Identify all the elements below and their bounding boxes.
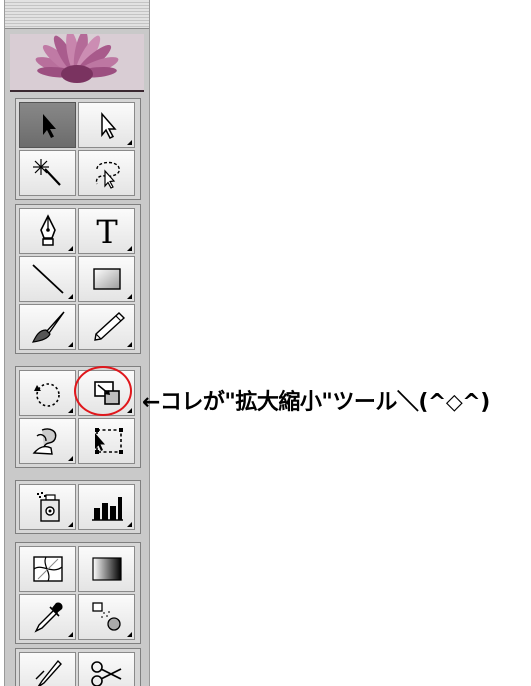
flyout-indicator [68,294,73,299]
screenshot: T ←コレが"拡大縮小"ツール＼(^◇^) [0,0,531,686]
flyout-indicator [127,408,132,413]
scissors-tool-button[interactable] [78,652,135,686]
magic-wand-icon [32,159,61,186]
warp-tool-button[interactable] [19,418,76,464]
mesh-icon [32,556,63,582]
line-segment-tool-button[interactable] [19,256,76,302]
type-tool-button[interactable]: T [78,208,135,254]
flyout-indicator [127,140,132,145]
flower-image [10,34,144,90]
flyout-indicator [68,246,73,251]
paintbrush-icon [31,311,65,343]
cut-tools-group [15,648,141,686]
rectangle-icon [92,268,121,290]
toolbox-titlebar[interactable] [5,0,149,29]
pen-tool-button[interactable] [19,208,76,254]
selection-arrow-icon [42,114,56,138]
warp-icon [32,428,56,455]
column-graph-icon [91,497,123,521]
direct-selection-arrow-icon [100,111,117,140]
mesh-tool-button[interactable] [19,546,76,592]
symbol-sprayer-tool-button[interactable] [19,484,76,530]
free-transform-tool-button[interactable] [78,418,135,464]
line-segment-icon [31,264,64,294]
paint-tools-group [15,542,141,644]
rectangle-tool-button[interactable] [78,256,135,302]
scale-tool-annotation: ←コレが"拡大縮小"ツール＼(^◇^) [142,390,490,415]
symbol-graph-tools-group [15,480,141,534]
pencil-tool-button[interactable] [78,304,135,350]
selection-tools-group [15,98,141,200]
pencil-icon [93,312,125,341]
slice-tool-button[interactable] [19,652,76,686]
blend-tool-button[interactable] [78,594,135,640]
flower-banner [10,34,144,92]
direct-selection-tool-button[interactable] [78,102,135,148]
flyout-indicator [68,522,73,527]
flyout-indicator [127,294,132,299]
drawing-tools-group: T [15,204,141,354]
flyout-indicator [68,342,73,347]
slice-icon [35,659,62,686]
scale-tool-highlight-circle [74,366,132,416]
flyout-indicator [127,522,132,527]
eyedropper-icon [33,602,63,633]
gradient-tool-button[interactable] [78,546,135,592]
flyout-indicator [127,632,132,637]
selection-tool-button[interactable] [19,102,76,148]
magic-wand-tool-button[interactable] [19,150,76,196]
rotate-tool-button[interactable] [19,370,76,416]
blend-icon [91,602,121,631]
toolbox-panel: T [4,0,150,686]
rotate-icon [33,383,60,407]
lasso-icon [95,161,120,189]
flyout-indicator [68,632,73,637]
free-transform-icon [94,428,123,454]
scissors-icon [90,661,121,686]
type-tool-icon: T [96,213,118,249]
flyout-indicator [127,246,132,251]
symbol-sprayer-icon [36,492,60,522]
gradient-icon [91,557,122,581]
paintbrush-tool-button[interactable] [19,304,76,350]
svg-text:T: T [96,213,118,249]
lasso-tool-button[interactable] [78,150,135,196]
eyedropper-tool-button[interactable] [19,594,76,640]
pen-tool-icon [39,214,56,246]
flyout-indicator [68,408,73,413]
flyout-indicator [127,342,132,347]
column-graph-tool-button[interactable] [78,484,135,530]
flyout-indicator [68,456,73,461]
